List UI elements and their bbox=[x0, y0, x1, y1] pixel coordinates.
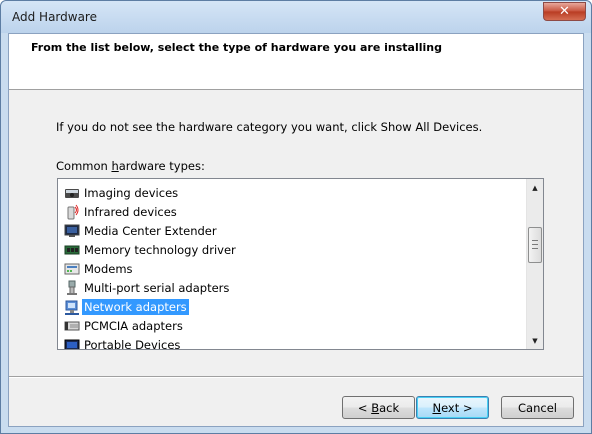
vertical-scrollbar[interactable]: ▲ ▼ bbox=[526, 179, 543, 349]
window-title: Add Hardware bbox=[12, 10, 97, 24]
thumb-grip-line bbox=[532, 244, 538, 245]
list-item-label: Portable Devices bbox=[84, 337, 181, 350]
hardware-types-list[interactable]: Imaging devices Infrared devices Media Cen… bbox=[57, 178, 544, 350]
list-item[interactable]: Imaging devices bbox=[58, 183, 526, 202]
cancel-button-label: Cancel bbox=[518, 400, 557, 415]
serial-adapter-icon bbox=[64, 280, 80, 296]
list-label: Common hardware types: bbox=[56, 159, 205, 173]
scrollbar-thumb[interactable] bbox=[528, 227, 542, 263]
scroll-up-arrow-icon[interactable]: ▲ bbox=[527, 179, 543, 196]
list-item[interactable]: Multi-port serial adapters bbox=[58, 278, 526, 297]
back-prefix: < bbox=[357, 400, 372, 415]
header-title: From the list below, select the type of … bbox=[31, 41, 442, 54]
list-item[interactable]: Memory technology driver bbox=[58, 240, 526, 259]
list-item-label: Memory technology driver bbox=[84, 242, 236, 257]
back-button[interactable]: < Back bbox=[342, 396, 415, 419]
thumb-grip-line bbox=[532, 240, 538, 241]
list-item-label: Multi-port serial adapters bbox=[84, 280, 230, 295]
list-item[interactable]: Portable Devices bbox=[58, 335, 526, 350]
list-item-label: Modems bbox=[84, 261, 133, 276]
list-item[interactable]: Media Center Extender bbox=[58, 221, 526, 240]
list-label-suffix: ardware types: bbox=[118, 159, 205, 173]
back-button-label: < Back bbox=[358, 401, 399, 415]
list-item-label: Media Center Extender bbox=[84, 223, 217, 238]
close-icon: ✕ bbox=[559, 4, 570, 19]
list-item[interactable]: PCMCIA adapters bbox=[58, 316, 526, 335]
infrared-device-icon bbox=[64, 204, 80, 220]
next-rest: ext > bbox=[441, 400, 473, 415]
button-separator bbox=[9, 376, 583, 378]
pcmcia-icon bbox=[64, 318, 80, 334]
list-item-label: Infrared devices bbox=[84, 204, 177, 219]
thumb-grip-line bbox=[532, 248, 538, 249]
list-items: Imaging devices Infrared devices Media Cen… bbox=[58, 183, 526, 350]
cancel-button[interactable]: Cancel bbox=[501, 396, 574, 419]
wizard-body: From the list below, select the type of … bbox=[8, 33, 584, 427]
instruction-text: If you do not see the hardware category … bbox=[56, 120, 483, 134]
scroll-down-arrow-icon[interactable]: ▼ bbox=[527, 332, 543, 349]
list-item[interactable]: Modems bbox=[58, 259, 526, 278]
portable-device-icon bbox=[64, 337, 80, 349]
network-adapter-icon bbox=[64, 299, 80, 315]
media-center-icon bbox=[64, 223, 80, 239]
list-item-label: PCMCIA adapters bbox=[84, 318, 183, 333]
memory-chip-icon bbox=[64, 242, 80, 258]
add-hardware-window: Add Hardware ✕ From the list below, sele… bbox=[0, 0, 592, 434]
close-button[interactable]: ✕ bbox=[543, 2, 586, 21]
title-bar[interactable]: Add Hardware ✕ bbox=[1, 1, 591, 33]
back-mnemonic: B bbox=[371, 400, 380, 415]
back-rest: ack bbox=[379, 400, 400, 415]
modem-icon bbox=[64, 261, 80, 277]
next-button-label: Next > bbox=[432, 401, 472, 415]
wizard-header: From the list below, select the type of … bbox=[9, 34, 583, 90]
list-item[interactable]: Network adapters bbox=[58, 297, 526, 316]
list-label-prefix: Common bbox=[56, 159, 112, 173]
next-mnemonic: N bbox=[432, 400, 442, 415]
imaging-device-icon bbox=[64, 185, 80, 201]
list-item-label: Imaging devices bbox=[84, 185, 179, 200]
list-item-label: Network adapters bbox=[82, 298, 189, 315]
list-item[interactable]: Infrared devices bbox=[58, 202, 526, 221]
next-button[interactable]: Next > bbox=[416, 396, 489, 419]
list-label-mnemonic: h bbox=[111, 159, 119, 173]
